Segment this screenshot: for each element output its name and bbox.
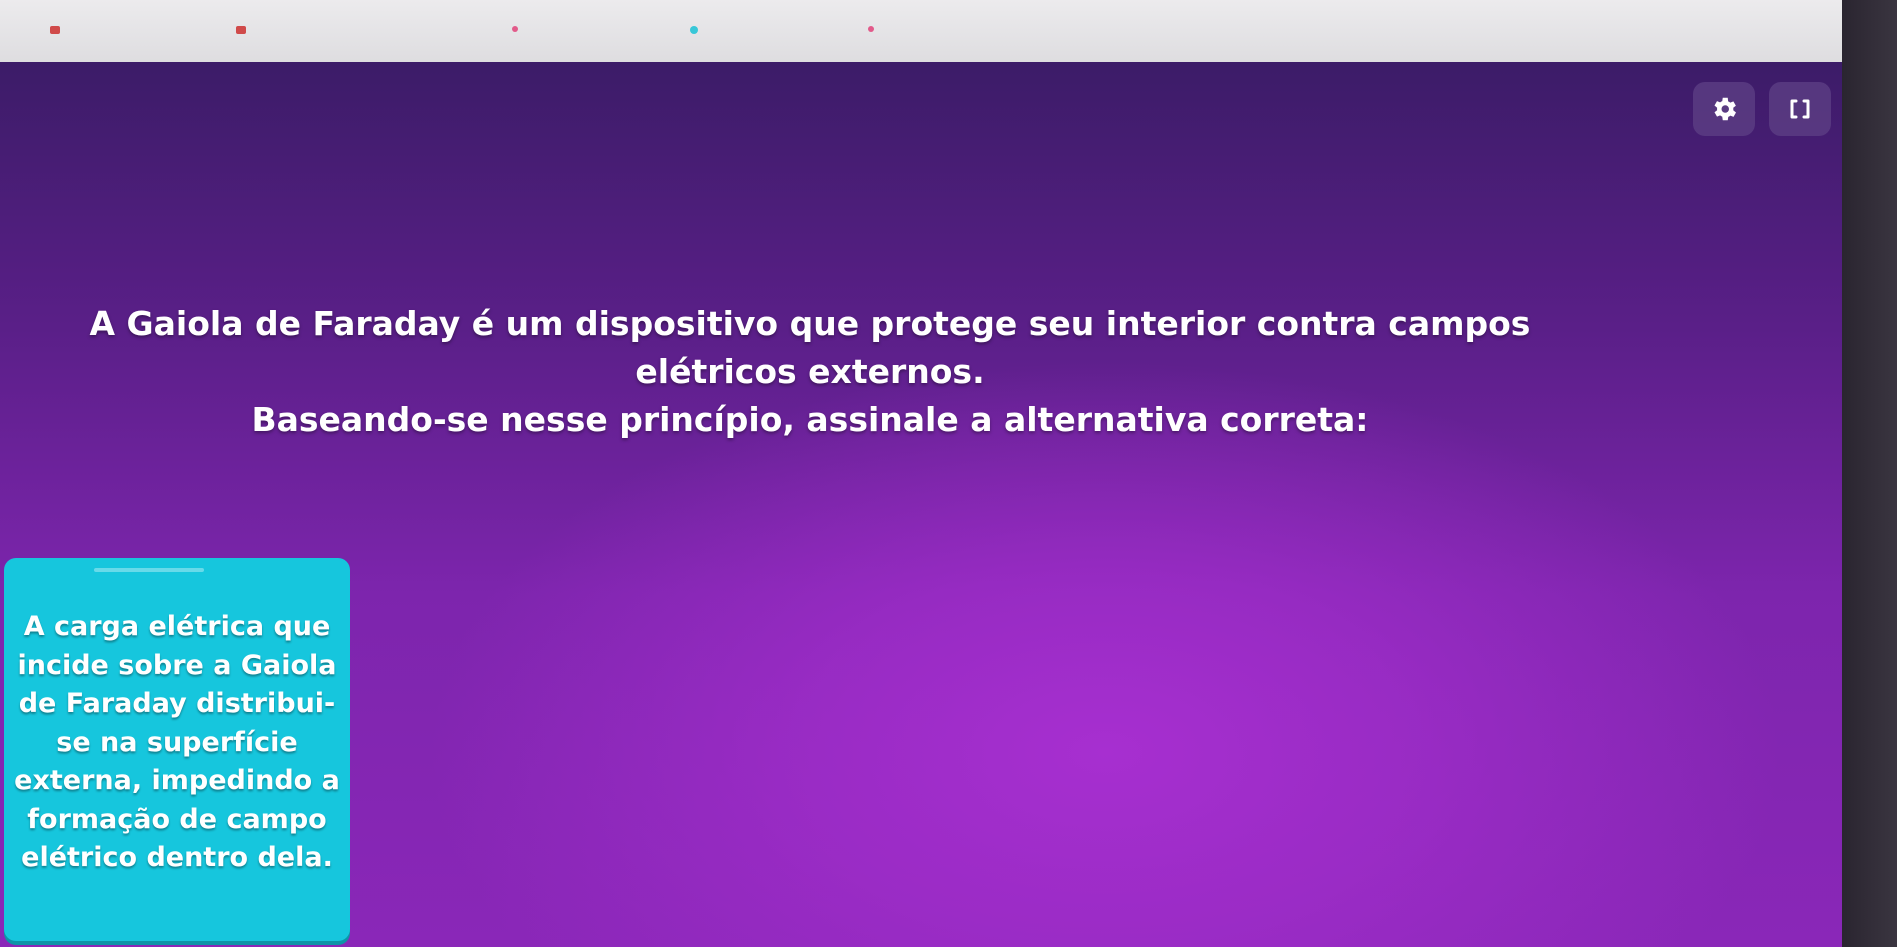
answer-option-text: A carga elétrica que incide sobre a Gaio… — [14, 611, 340, 873]
indicator-icon — [868, 26, 874, 32]
card-handle — [94, 568, 204, 572]
answer-option-1[interactable]: A carga elétrica que incide sobre a Gaio… — [4, 558, 350, 941]
fullscreen-icon — [1790, 99, 1810, 119]
fullscreen-button[interactable] — [1769, 82, 1831, 136]
top-bar-indicators — [0, 26, 1860, 40]
indicator-icon — [690, 26, 698, 34]
gear-icon — [1714, 97, 1736, 121]
indicator-icon — [236, 26, 246, 34]
question-line-2: Baseando-se nesse princípio, assinale a … — [251, 400, 1369, 439]
settings-button[interactable] — [1693, 82, 1755, 136]
indicator-icon — [50, 26, 60, 34]
question-line-1: A Gaiola de Faraday é um dispositivo que… — [89, 304, 1531, 391]
screen-bezel — [1842, 0, 1897, 947]
question-text: A Gaiola de Faraday é um dispositivo que… — [40, 300, 1580, 444]
browser-top-bar — [0, 0, 1860, 62]
indicator-icon — [512, 26, 518, 32]
